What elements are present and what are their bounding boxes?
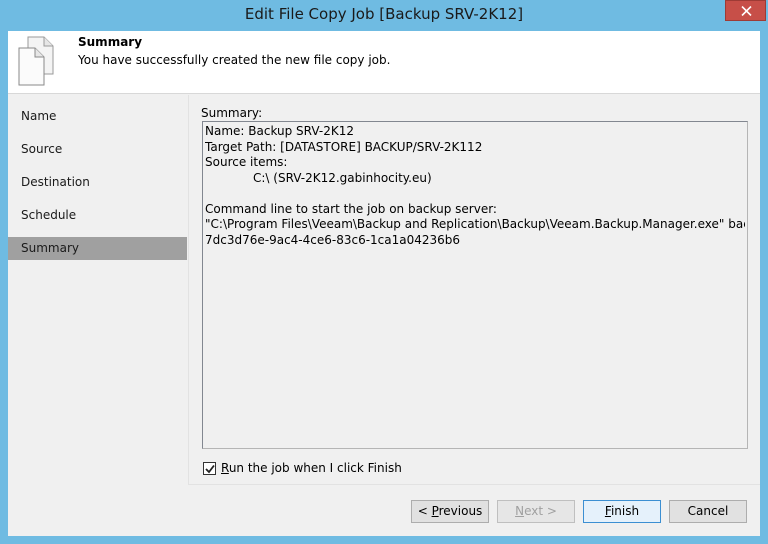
- close-button[interactable]: [725, 0, 766, 21]
- run-job-label-text: un the job when I click Finish: [228, 461, 402, 475]
- wizard-steps-nav: Name Source Destination Schedule Summary: [8, 95, 188, 485]
- finish-rest: inish: [610, 504, 640, 518]
- checkmark-icon: [205, 464, 215, 474]
- summary-command-label: Command line to start the job on backup …: [205, 201, 497, 216]
- summary-target-path-line: Target Path: [DATASTORE] BACKUP/SRV-2K11…: [205, 139, 483, 154]
- run-job-checkbox[interactable]: [203, 462, 216, 475]
- summary-job-id: 7dc3d76e-9ac4-4ce6-83c6-1ca1a04236b6: [205, 232, 461, 247]
- finish-button[interactable]: Finish: [583, 500, 661, 523]
- header-subtitle: You have successfully created the new fi…: [78, 53, 391, 67]
- summary-source-item: C:\ (SRV-2K12.gabinhocity.eu): [253, 170, 432, 185]
- summary-command-line: "C:\Program Files\Veeam\Backup and Repli…: [205, 217, 745, 231]
- nav-item-schedule[interactable]: Schedule: [8, 204, 187, 227]
- previous-button[interactable]: < Previous: [411, 500, 489, 523]
- header-title: Summary: [78, 35, 143, 49]
- summary-name-line: Name: Backup SRV-2K12: [205, 124, 354, 138]
- run-job-underlined-letter: R: [221, 461, 229, 475]
- summary-textbox[interactable]: Name: Backup SRV-2K12 Target Path: [DATA…: [202, 121, 748, 449]
- window-title: Edit File Copy Job [Backup SRV-2K12]: [244, 5, 524, 23]
- summary-panel: Summary: Name: Backup SRV-2K12 Target Pa…: [188, 95, 760, 485]
- cancel-button[interactable]: Cancel: [669, 500, 747, 523]
- close-icon: [741, 6, 752, 16]
- summary-label: Summary:: [201, 106, 263, 120]
- nav-item-source[interactable]: Source: [8, 138, 187, 161]
- nav-item-destination[interactable]: Destination: [8, 171, 187, 194]
- next-button[interactable]: Next >: [497, 500, 575, 523]
- nav-item-name[interactable]: Name: [8, 105, 187, 128]
- file-copy-icon: [18, 36, 54, 86]
- wizard-header: Summary You have successfully created th…: [8, 31, 760, 94]
- summary-blank-line: [205, 186, 745, 202]
- nav-item-summary[interactable]: Summary: [8, 237, 187, 260]
- previous-accel: P: [431, 504, 439, 518]
- next-accel: N: [515, 504, 525, 518]
- summary-source-items-label: Source items:: [205, 155, 288, 169]
- previous-rest: revious: [438, 504, 483, 518]
- dialog-window: Edit File Copy Job [Backup SRV-2K12] Sum…: [0, 0, 768, 544]
- run-job-checkbox-label[interactable]: Run the job when I click Finish: [221, 461, 402, 475]
- previous-prefix: <: [417, 504, 432, 518]
- title-bar[interactable]: Edit File Copy Job [Backup SRV-2K12]: [0, 0, 768, 31]
- next-rest: ext >: [524, 504, 557, 518]
- dialog-footer: < Previous Next > Finish Cancel: [8, 486, 760, 536]
- dialog-client-area: Summary You have successfully created th…: [8, 31, 760, 536]
